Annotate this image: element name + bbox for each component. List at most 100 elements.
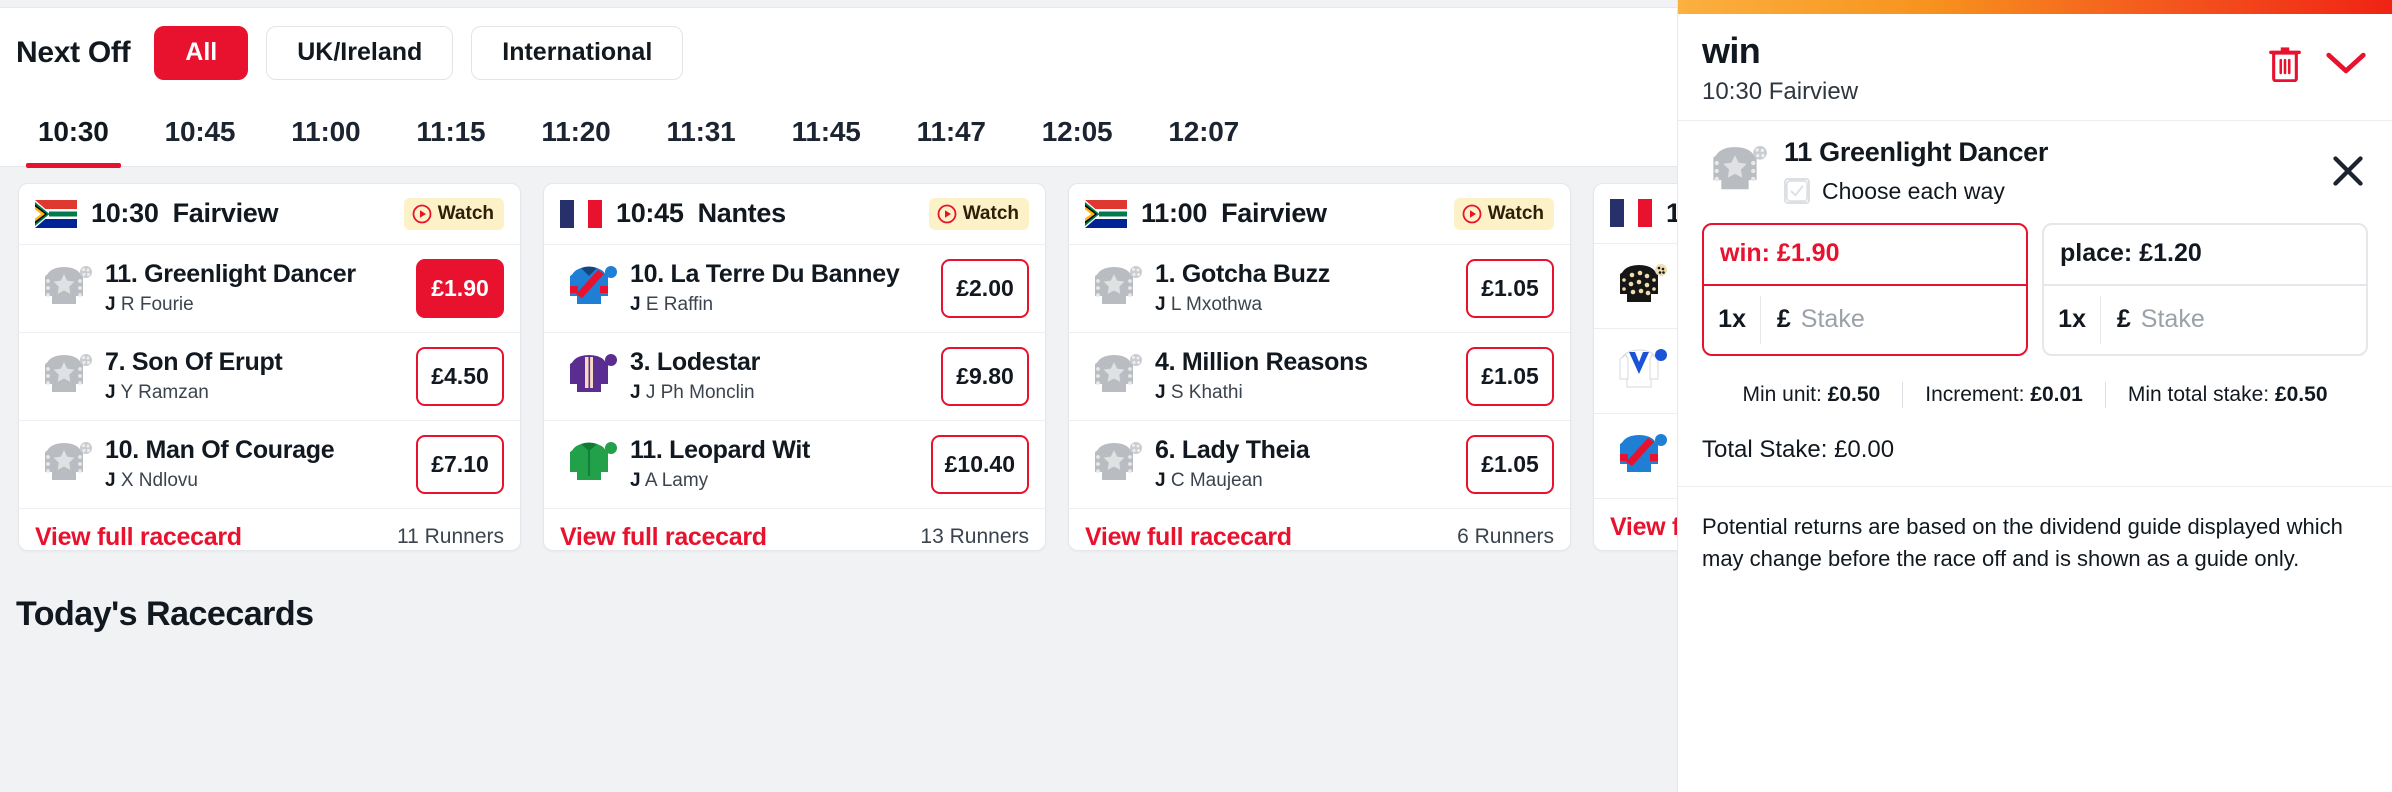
time-tab-0[interactable]: 10:30	[10, 106, 137, 168]
time-tab-9[interactable]: 12:07	[1140, 106, 1267, 166]
odds-button[interactable]: £4.50	[416, 346, 504, 406]
time-tab-8[interactable]: 12:05	[1014, 106, 1141, 166]
place-stake-box[interactable]: place: £1.20 1x £	[2042, 222, 2368, 356]
silk-grey-star-icon	[1095, 266, 1142, 304]
silk-purple-stripe-icon	[570, 354, 617, 392]
betslip-panel: win 10:30 Fairview 11 Greenlight Dancer …	[1677, 0, 2392, 792]
watch-label: Watch	[962, 202, 1019, 224]
runners-count: 13 Runners	[920, 525, 1029, 548]
time-tabs: 10:30 10:45 11:00 11:15 11:20 11:31 11:4…	[0, 95, 1677, 168]
win-odds-label: win: £1.90	[1704, 225, 2026, 286]
win-stake-row: 1x £	[1704, 286, 2026, 354]
chevron-down-icon[interactable]	[2324, 48, 2368, 78]
play-circle-icon	[412, 204, 432, 223]
filter-chip-uk-ireland[interactable]: UK/Ireland	[266, 26, 454, 80]
race-card-footer: View f	[1594, 499, 1677, 550]
runner-name: 10. La Terre Du Banney	[630, 260, 900, 288]
odds-button[interactable]: £1.05	[1466, 346, 1554, 406]
time-tab-3[interactable]: 11:15	[388, 106, 513, 166]
min-total-value: £0.50	[2274, 382, 2328, 406]
win-stake-input[interactable]	[1800, 305, 2026, 335]
jockey-name: X Ndlovu	[120, 470, 198, 491]
watch-label: Watch	[1487, 202, 1544, 224]
runner-info: 11. Greenlight Dancer J R Fourie	[105, 260, 404, 316]
runners-count: 11 Runners	[396, 525, 504, 548]
odds-button[interactable]: £1.05	[1466, 258, 1554, 318]
time-tab-2[interactable]: 11:00	[263, 106, 388, 166]
time-tab-5[interactable]: 11:31	[638, 106, 763, 166]
runner-name: 11. Greenlight Dancer	[105, 260, 356, 288]
race-card-footer: View full racecard 11 Runners	[19, 509, 520, 550]
win-multiplier[interactable]: 1x	[1704, 305, 1760, 334]
odds-button[interactable]: £1.05	[1466, 434, 1554, 494]
view-full-racecard-link[interactable]: View full racecard	[560, 523, 767, 550]
view-full-racecard-link[interactable]: View full racecard	[1085, 523, 1292, 550]
view-full-racecard-link[interactable]: View full racecard	[35, 523, 242, 550]
time-tab-6[interactable]: 11:45	[764, 106, 889, 166]
min-unit: Min unit: £0.50	[1720, 383, 1902, 407]
runner-row: 7. Son Of Erupt J Y Ramzan £4.50	[19, 333, 520, 421]
time-tab-1[interactable]: 10:45	[137, 106, 264, 166]
jockey-prefix: J	[1155, 382, 1166, 403]
app-root: Next Off All UK/Ireland International 10…	[0, 0, 2392, 792]
silk-blue-redsash-icon	[570, 266, 617, 304]
silk-blue-redsash-icon	[1620, 433, 1667, 472]
runner-row: 3. Lodestar J J Ph Monclin £9.80	[544, 333, 1045, 421]
betslip-selection-name: 11 Greenlight Dancer	[1784, 136, 2049, 167]
runner-name: 4. Million Reasons	[1155, 348, 1368, 376]
race-card-footer: View full racecard 13 Runners	[544, 509, 1045, 550]
win-stake-box[interactable]: win: £1.90 1x £	[1702, 222, 2028, 356]
betslip-header-text: win 10:30 Fairview	[1702, 32, 2268, 106]
place-multiplier[interactable]: 1x	[2044, 305, 2100, 334]
place-stake-input[interactable]	[2140, 305, 2366, 335]
betslip-header-actions	[2268, 32, 2368, 82]
watch-button[interactable]: Watch	[403, 197, 504, 230]
runner-jockey: J C Maujean	[1155, 470, 1454, 492]
jockey-prefix: J	[105, 294, 116, 315]
top-strip	[0, 0, 1677, 8]
runner-jockey: J S Khathi	[1155, 382, 1454, 404]
jockey-prefix: J	[1155, 470, 1166, 491]
race-card-header: 10:30 Fairview Watch	[19, 184, 520, 245]
win-stake-field[interactable]: £	[1761, 305, 2026, 335]
runner-row: 6. Lady Theia J C Maujean £1.05	[1069, 421, 1570, 509]
view-full-racecard-link[interactable]: View f	[1610, 513, 1677, 542]
filter-chip-international[interactable]: International	[471, 26, 684, 80]
betslip-header: win 10:30 Fairview	[1678, 14, 2392, 121]
each-way-toggle[interactable]: Choose each way	[1784, 178, 2304, 205]
jockey-name: S Khathi	[1170, 382, 1243, 403]
time-tab-7[interactable]: 11:47	[889, 106, 1014, 166]
runner-row: 11. Leopard Wit J A Lamy £10.40	[544, 421, 1045, 509]
odds-button[interactable]: £7.10	[416, 434, 504, 494]
watch-button[interactable]: Watch	[928, 197, 1029, 230]
betslip-selection-info: 11 Greenlight Dancer Choose each way	[1784, 137, 2304, 205]
delete-icon[interactable]	[2268, 44, 2302, 82]
close-icon[interactable]	[2328, 151, 2368, 191]
silk-grey-star-icon	[1713, 145, 1767, 190]
race-card: 11:00 Fairview Watch 1. Gotcha Buzz J L …	[1068, 182, 1571, 551]
place-stake-field[interactable]: £	[2101, 305, 2366, 335]
jockey-prefix: J	[105, 470, 116, 491]
race-cards-strip: 10:30 Fairview Watch 11. Greenlight Danc…	[0, 166, 1677, 567]
silk-grey-star-icon	[45, 266, 92, 304]
time-tab-4[interactable]: 11:20	[513, 106, 638, 166]
runner-info: 10. Man Of Courage J X Ndlovu	[105, 436, 404, 492]
silk-white-blue-chevron-icon	[1619, 348, 1667, 387]
play-circle-icon	[1462, 204, 1482, 223]
checkbox-icon[interactable]	[1784, 178, 1810, 205]
filter-chip-all[interactable]: All	[154, 26, 249, 80]
race-card-footer: View full racecard 6 Runners	[1069, 509, 1570, 550]
watch-button[interactable]: Watch	[1453, 197, 1554, 230]
race-card: 1	[1593, 182, 1677, 551]
odds-button[interactable]: £1.90	[416, 258, 504, 318]
odds-button[interactable]: £10.40	[930, 434, 1029, 494]
flag-france-icon	[560, 199, 602, 228]
runner-row	[1594, 414, 1677, 499]
race-card-header: 1	[1594, 184, 1677, 244]
odds-button[interactable]: £2.00	[941, 258, 1029, 318]
watch-label: Watch	[437, 202, 494, 224]
odds-button[interactable]: £9.80	[941, 346, 1029, 406]
jockey-prefix: J	[1155, 294, 1166, 315]
betslip-selection: 11 Greenlight Dancer Choose each way	[1678, 121, 2392, 219]
increment: Increment: £0.01	[1903, 383, 2105, 407]
